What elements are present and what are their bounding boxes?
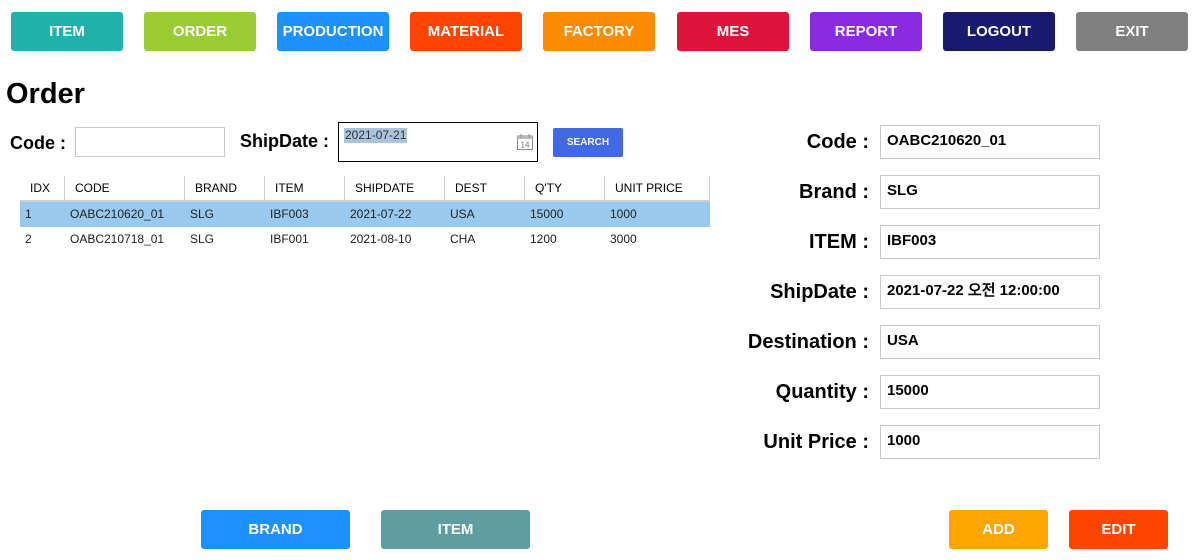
detail-brand-field[interactable]: SLG — [880, 175, 1100, 209]
detail-destination-field[interactable]: USA — [880, 325, 1100, 359]
column-header-item[interactable]: ITEM — [265, 176, 345, 200]
logout-button[interactable]: LOGOUT — [943, 12, 1055, 51]
cell-unit-price: 1000 — [610, 207, 637, 221]
cell-unit-price: 3000 — [610, 232, 637, 246]
cell-qty: 15000 — [530, 207, 564, 221]
order-table: IDX CODE BRAND ITEM SHIPDATE DEST Q'TY U… — [20, 176, 710, 252]
detail-brand-label: Brand : — [799, 181, 869, 203]
column-header-idx[interactable]: IDX — [20, 176, 65, 200]
item-button[interactable]: ITEM — [381, 510, 530, 549]
detail-item-label: ITEM : — [809, 231, 869, 253]
detail-code-label: Code : — [806, 131, 869, 153]
production-nav-button[interactable]: PRODUCTION — [277, 12, 389, 51]
shipdate-picker[interactable]: 2021-07-21 14 — [338, 122, 538, 162]
calendar-day-text: 14 — [521, 141, 530, 150]
cell-idx: 2 — [25, 232, 32, 246]
column-header-unit-price[interactable]: UNIT PRICE — [605, 176, 710, 200]
edit-button[interactable]: EDIT — [1069, 510, 1168, 549]
column-header-dest[interactable]: DEST — [445, 176, 525, 200]
cell-code: OABC210718_01 — [70, 232, 165, 246]
page-title: Order — [6, 78, 85, 110]
exit-button[interactable]: EXIT — [1076, 12, 1188, 51]
detail-shipdate-label: ShipDate : — [770, 281, 869, 303]
table-row[interactable]: 1 OABC210620_01 SLG IBF003 2021-07-22 US… — [20, 202, 710, 227]
code-search-label: Code : — [10, 133, 66, 153]
cell-item: IBF003 — [270, 207, 309, 221]
factory-nav-button[interactable]: FACTORY — [543, 12, 655, 51]
table-header: IDX CODE BRAND ITEM SHIPDATE DEST Q'TY U… — [20, 176, 710, 202]
detail-destination-label: Destination : — [747, 331, 869, 353]
cell-item: IBF001 — [270, 232, 309, 246]
detail-quantity-field[interactable]: 15000 — [880, 375, 1100, 409]
shipdate-search-label: ShipDate : — [240, 131, 330, 151]
detail-item-field[interactable]: IBF003 — [880, 225, 1100, 259]
add-button[interactable]: ADD — [949, 510, 1048, 549]
detail-unit-price-label: Unit Price : — [763, 431, 869, 453]
code-search-input[interactable] — [75, 127, 225, 157]
cell-idx: 1 — [25, 207, 32, 221]
cell-shipdate: 2021-08-10 — [350, 232, 412, 246]
cell-brand: SLG — [190, 207, 215, 221]
material-nav-button[interactable]: MATERIAL — [410, 12, 522, 51]
table-row[interactable]: 2 OABC210718_01 SLG IBF001 2021-08-10 CH… — [20, 227, 710, 252]
calendar-icon[interactable]: 14 — [516, 133, 534, 151]
mes-nav-button[interactable]: MES — [677, 12, 789, 51]
detail-shipdate-field[interactable]: 2021-07-22 오전 12:00:00 — [880, 275, 1100, 309]
cell-dest: USA — [450, 207, 475, 221]
detail-quantity-label: Quantity : — [775, 381, 869, 403]
detail-code-field[interactable]: OABC210620_01 — [880, 125, 1100, 159]
brand-button[interactable]: BRAND — [201, 510, 350, 549]
column-header-code[interactable]: CODE — [65, 176, 185, 200]
cell-brand: SLG — [190, 232, 215, 246]
search-button[interactable]: SEARCH — [553, 128, 623, 157]
order-nav-button[interactable]: ORDER — [144, 12, 256, 51]
column-header-brand[interactable]: BRAND — [185, 176, 265, 200]
cell-dest: CHA — [450, 232, 476, 246]
item-nav-button[interactable]: ITEM — [11, 12, 123, 51]
detail-unit-price-field[interactable]: 1000 — [880, 425, 1100, 459]
report-nav-button[interactable]: REPORT — [810, 12, 922, 51]
column-header-qty[interactable]: Q'TY — [525, 176, 605, 200]
cell-qty: 1200 — [530, 232, 557, 246]
shipdate-picker-value: 2021-07-21 — [344, 128, 408, 143]
column-header-shipdate[interactable]: SHIPDATE — [345, 176, 445, 200]
cell-shipdate: 2021-07-22 — [350, 207, 412, 221]
cell-code: OABC210620_01 — [70, 207, 165, 221]
